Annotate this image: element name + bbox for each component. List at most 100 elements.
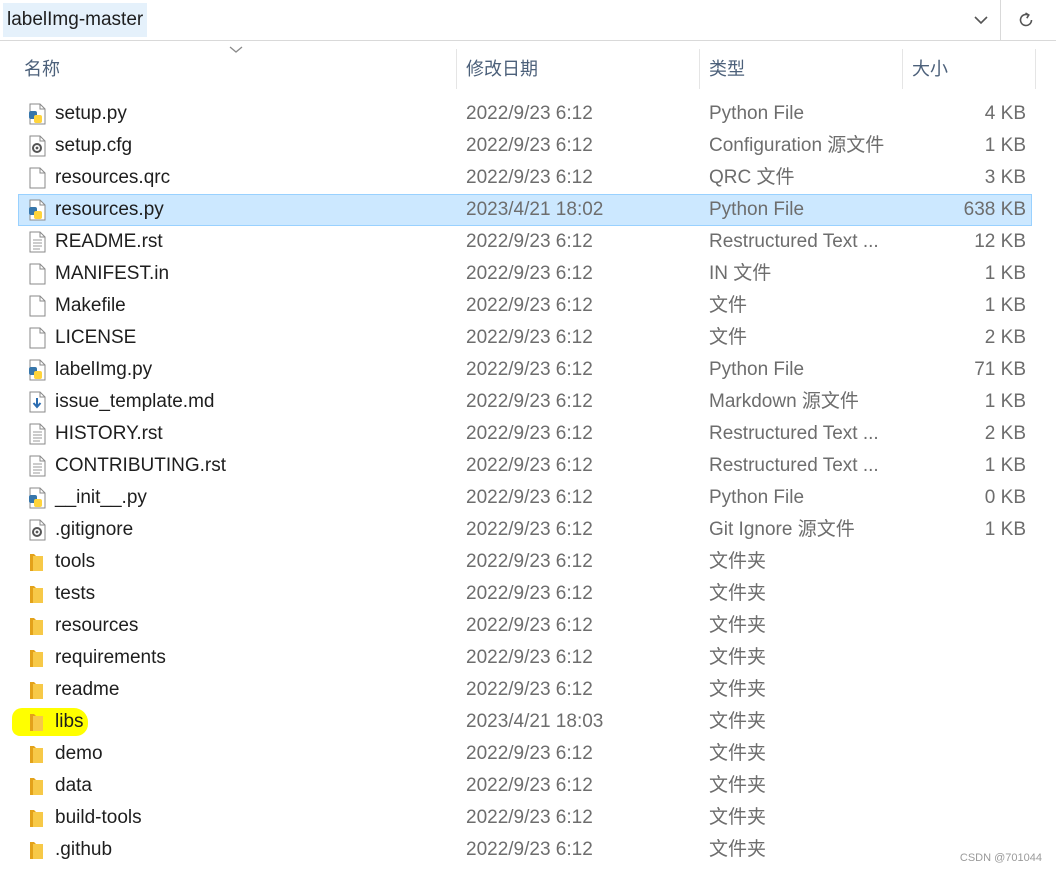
file-row[interactable]: data 2022/9/23 6:12 文件夹: [18, 770, 1032, 802]
file-type: 文件夹: [709, 679, 767, 700]
file-date: 2022/9/23 6:12: [466, 743, 593, 764]
file-type: Python File: [709, 359, 805, 380]
file-type: Configuration 源文件: [709, 135, 885, 156]
file-row[interactable]: README.rst 2022/9/23 6:12 Restructured Tex…: [18, 226, 1032, 258]
blank-file-icon: [26, 263, 48, 285]
file-row[interactable]: resources.qrc 2022/9/23 6:12 QRC 文件 3 KB: [18, 162, 1032, 194]
file-date: 2023/4/21 18:03: [466, 711, 604, 732]
file-date: 2022/9/23 6:12: [466, 423, 593, 444]
file-date: 2022/9/23 6:12: [466, 391, 593, 412]
file-row[interactable]: HISTORY.rst 2022/9/23 6:12 Restructured Te…: [18, 418, 1032, 450]
file-row[interactable]: resources.py 2023/4/21 18:02 Python File 63…: [18, 194, 1032, 226]
file-name: MANIFEST.in: [55, 263, 170, 284]
file-row[interactable]: setup.py 2022/9/23 6:12 Python File 4 KB: [18, 98, 1032, 130]
folder-icon: [26, 807, 48, 829]
file-row[interactable]: setup.cfg 2022/9/23 6:12 Configuration 源文件…: [18, 130, 1032, 162]
file-row[interactable]: issue_template.md 2022/9/23 6:12 Markdown …: [18, 386, 1032, 418]
folder-icon: [26, 743, 48, 765]
column-header: 名称 修改日期 类型 大小: [0, 41, 1056, 97]
file-name: resources.qrc: [55, 167, 171, 188]
text-file-icon: [26, 231, 48, 253]
file-row[interactable]: libs 2023/4/21 18:03 文件夹: [12, 706, 1032, 738]
file-row[interactable]: labelImg.py 2022/9/23 6:12 Python File 71 K…: [18, 354, 1032, 386]
file-name: build-tools: [55, 807, 142, 828]
file-type: QRC 文件: [709, 167, 795, 188]
file-date: 2022/9/23 6:12: [466, 647, 593, 668]
file-type: 文件: [709, 295, 748, 316]
file-row[interactable]: demo 2022/9/23 6:12 文件夹: [18, 738, 1032, 770]
chevron-down-icon: [974, 16, 988, 25]
file-name: .github: [55, 839, 113, 860]
file-date: 2022/9/23 6:12: [466, 359, 593, 380]
file-name: README.rst: [55, 231, 163, 252]
file-date: 2022/9/23 6:12: [466, 839, 593, 860]
file-date: 2022/9/23 6:12: [466, 263, 593, 284]
file-row[interactable]: tools 2022/9/23 6:12 文件夹: [18, 546, 1032, 578]
file-size: 2 KB: [984, 423, 1026, 444]
file-date: 2022/9/23 6:12: [466, 519, 593, 540]
file-name: requirements: [55, 647, 166, 668]
column-header-date[interactable]: 修改日期: [466, 54, 696, 84]
file-size: 12 KB: [974, 231, 1026, 252]
refresh-button[interactable]: [1003, 0, 1049, 40]
file-name: CONTRIBUTING.rst: [55, 455, 226, 476]
file-name: issue_template.md: [55, 391, 215, 412]
file-row[interactable]: __init__.py 2022/9/23 6:12 Python File 0 KB: [18, 482, 1032, 514]
file-size: 1 KB: [984, 455, 1026, 476]
file-row[interactable]: .github 2022/9/23 6:12 文件夹: [18, 834, 1032, 866]
folder-icon: [26, 551, 48, 573]
file-row[interactable]: build-tools 2022/9/23 6:12 文件夹: [18, 802, 1032, 834]
markdown-file-icon: [26, 391, 48, 413]
file-row[interactable]: .gitignore 2022/9/23 6:12 Git Ignore 源文件 1 …: [18, 514, 1032, 546]
column-divider[interactable]: [902, 49, 903, 89]
config-file-icon: [26, 135, 48, 157]
file-size: 71 KB: [974, 359, 1026, 380]
file-type: Python File: [709, 487, 805, 508]
column-header-size[interactable]: 大小: [912, 54, 1032, 84]
column-divider[interactable]: [456, 49, 457, 89]
column-divider[interactable]: [699, 49, 700, 89]
file-type: 文件夹: [709, 583, 767, 604]
column-header-type[interactable]: 类型: [709, 54, 899, 84]
python-file-icon: [26, 359, 48, 381]
address-dropdown-button[interactable]: [964, 0, 998, 40]
file-size: 0 KB: [984, 487, 1026, 508]
python-file-icon: [26, 487, 48, 509]
file-name: HISTORY.rst: [55, 423, 163, 444]
column-divider[interactable]: [1035, 49, 1036, 89]
address-path[interactable]: labelImg-master: [0, 0, 1001, 40]
file-row[interactable]: CONTRIBUTING.rst 2022/9/23 6:12 Restructur…: [18, 450, 1032, 482]
file-row[interactable]: Makefile 2022/9/23 6:12 文件 1 KB: [18, 290, 1032, 322]
file-row[interactable]: LICENSE 2022/9/23 6:12 文件 2 KB: [18, 322, 1032, 354]
file-date: 2022/9/23 6:12: [466, 455, 593, 476]
folder-icon: [26, 647, 48, 669]
file-name: setup.cfg: [55, 135, 133, 156]
file-date: 2022/9/23 6:12: [466, 551, 593, 572]
file-date: 2022/9/23 6:12: [466, 679, 593, 700]
file-size: 4 KB: [984, 103, 1026, 124]
file-type: Git Ignore 源文件: [709, 519, 855, 540]
file-row[interactable]: requirements 2022/9/23 6:12 文件夹: [18, 642, 1032, 674]
file-row[interactable]: tests 2022/9/23 6:12 文件夹: [18, 578, 1032, 610]
file-name: labelImg.py: [55, 359, 153, 380]
file-date: 2022/9/23 6:12: [466, 103, 593, 124]
file-type: Restructured Text ...: [709, 423, 879, 444]
file-row[interactable]: readme 2022/9/23 6:12 文件夹: [18, 674, 1032, 706]
file-name: readme: [55, 679, 120, 700]
file-name: data: [55, 775, 92, 796]
file-date: 2022/9/23 6:12: [466, 583, 593, 604]
file-date: 2022/9/23 6:12: [466, 135, 593, 156]
file-type: 文件夹: [709, 743, 767, 764]
file-row[interactable]: resources 2022/9/23 6:12 文件夹: [18, 610, 1032, 642]
file-type: IN 文件: [709, 263, 772, 284]
file-type: Python File: [709, 103, 805, 124]
file-type: Markdown 源文件: [709, 391, 859, 412]
folder-icon: [26, 583, 48, 605]
address-bar: labelImg-master: [0, 0, 1056, 41]
file-name: tests: [55, 583, 96, 604]
file-row[interactable]: MANIFEST.in 2022/9/23 6:12 IN 文件 1 KB: [18, 258, 1032, 290]
file-type: 文件夹: [709, 551, 767, 572]
file-date: 2022/9/23 6:12: [466, 615, 593, 636]
address-path-text[interactable]: labelImg-master: [3, 3, 148, 37]
column-header-name[interactable]: 名称: [24, 54, 454, 84]
